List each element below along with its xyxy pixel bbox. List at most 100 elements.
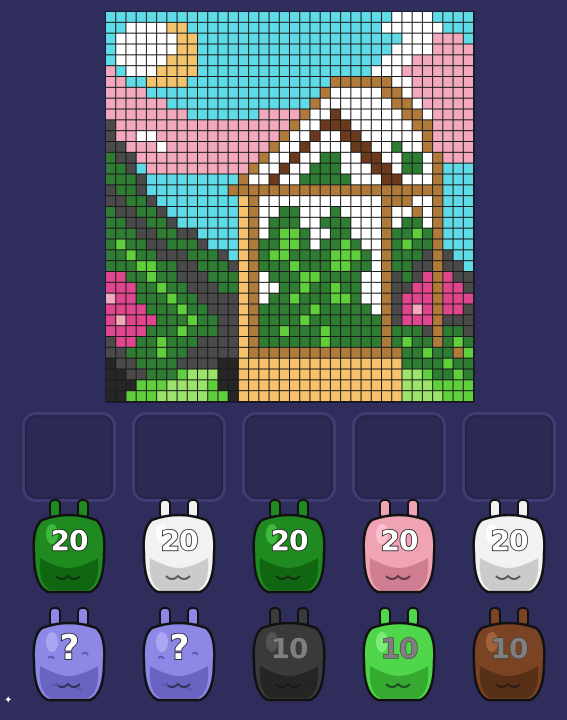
pixel-cell[interactable] — [392, 261, 402, 271]
pixel-cell[interactable] — [249, 109, 259, 120]
pixel-cell[interactable] — [382, 304, 392, 315]
pixel-cell[interactable] — [402, 163, 412, 174]
pixel-cell[interactable] — [146, 196, 157, 206]
pixel-cell[interactable] — [433, 293, 443, 304]
pixel-cell[interactable] — [167, 304, 177, 315]
pixel-cell[interactable] — [402, 293, 412, 304]
pixel-cell[interactable] — [157, 33, 167, 44]
pixel-cell[interactable] — [116, 304, 126, 315]
pixel-cell[interactable] — [412, 250, 422, 261]
pixel-cell[interactable] — [249, 98, 259, 109]
pixel-cell[interactable] — [422, 98, 433, 109]
pixel-cell[interactable] — [177, 22, 187, 33]
pixel-cell[interactable] — [146, 174, 157, 185]
pixel-cell[interactable] — [187, 120, 197, 131]
pixel-cell[interactable] — [208, 250, 218, 261]
pixel-cell[interactable] — [208, 22, 218, 33]
pixel-cell[interactable] — [341, 152, 351, 163]
pixel-cell[interactable] — [392, 228, 402, 239]
pixel-cell[interactable] — [443, 207, 453, 217]
pixel-cell[interactable] — [320, 380, 330, 391]
pixel-cell[interactable] — [126, 174, 136, 185]
pixel-cell[interactable] — [330, 347, 341, 358]
pixel-cell[interactable] — [228, 185, 238, 196]
pixel-cell[interactable] — [157, 250, 167, 261]
pixel-cell[interactable] — [453, 217, 463, 228]
pixel-cell[interactable] — [279, 228, 289, 239]
pixel-cell[interactable] — [371, 55, 381, 66]
pixel-cell[interactable] — [208, 380, 218, 391]
pixel-cell[interactable] — [402, 228, 412, 239]
pixel-cell[interactable] — [146, 250, 157, 261]
pixel-cell[interactable] — [443, 185, 453, 196]
pixel-cell[interactable] — [361, 250, 371, 261]
pixel-cell[interactable] — [218, 98, 228, 109]
pixel-cell[interactable] — [300, 380, 310, 391]
pixel-cell[interactable] — [300, 98, 310, 109]
pixel-cell[interactable] — [279, 369, 289, 380]
pixel-cell[interactable] — [136, 326, 146, 336]
pixel-cell[interactable] — [412, 185, 422, 196]
pixel-cell[interactable] — [269, 196, 279, 206]
pixel-cell[interactable] — [218, 239, 228, 250]
pixel-cell[interactable] — [238, 391, 249, 401]
pixel-cell[interactable] — [126, 109, 136, 120]
pixel-cell[interactable] — [422, 282, 433, 293]
pixel-cell[interactable] — [208, 347, 218, 358]
pixel-cell[interactable] — [228, 12, 238, 22]
pixel-cell[interactable] — [422, 33, 433, 44]
pixel-cell[interactable] — [208, 358, 218, 369]
pixel-cell[interactable] — [126, 12, 136, 22]
pixel-cell[interactable] — [402, 109, 412, 120]
pixel-cell[interactable] — [279, 326, 289, 336]
pixel-cell[interactable] — [290, 77, 300, 87]
pixel-cell[interactable] — [310, 315, 320, 326]
pixel-cell[interactable] — [351, 87, 361, 98]
pixel-cell[interactable] — [412, 239, 422, 250]
pixel-cell[interactable] — [167, 77, 177, 87]
pixel-cell[interactable] — [218, 87, 228, 98]
pixel-cell[interactable] — [106, 66, 116, 76]
pixel-cell[interactable] — [341, 217, 351, 228]
pixel-cell[interactable] — [290, 22, 300, 33]
pixel-cell[interactable] — [126, 66, 136, 76]
pixel-cell[interactable] — [433, 131, 443, 141]
pixel-cell[interactable] — [218, 261, 228, 271]
pixel-cell[interactable] — [412, 315, 422, 326]
pixel-cell[interactable] — [422, 66, 433, 76]
pixel-cell[interactable] — [167, 44, 177, 55]
pixel-cell[interactable] — [167, 207, 177, 217]
pixel-cell[interactable] — [249, 87, 259, 98]
pixel-cell[interactable] — [412, 358, 422, 369]
pixel-cell[interactable] — [382, 315, 392, 326]
pixel-cell[interactable] — [116, 87, 126, 98]
pixel-cell[interactable] — [218, 55, 228, 66]
pixel-cell[interactable] — [208, 391, 218, 401]
pixel-cell[interactable] — [126, 196, 136, 206]
pixel-cell[interactable] — [341, 174, 351, 185]
pixel-cell[interactable] — [361, 55, 371, 66]
pixel-cell[interactable] — [453, 77, 463, 87]
pixel-cell[interactable] — [463, 261, 473, 271]
pixel-cell[interactable] — [228, 22, 238, 33]
pixel-cell[interactable] — [361, 239, 371, 250]
pixel-cell[interactable] — [279, 174, 289, 185]
pixel-cell[interactable] — [269, 131, 279, 141]
pixel-cell[interactable] — [126, 239, 136, 250]
pixel-cell[interactable] — [402, 239, 412, 250]
pixel-cell[interactable] — [259, 337, 269, 347]
pixel-cell[interactable] — [433, 272, 443, 282]
pixel-cell[interactable] — [290, 131, 300, 141]
pixel-cell[interactable] — [310, 347, 320, 358]
pixel-cell[interactable] — [167, 282, 177, 293]
pixel-cell[interactable] — [361, 87, 371, 98]
pixel-cell[interactable] — [382, 120, 392, 131]
pixel-cell[interactable] — [433, 152, 443, 163]
pixel-cell[interactable] — [116, 98, 126, 109]
pixel-cell[interactable] — [463, 239, 473, 250]
pixel-cell[interactable] — [463, 55, 473, 66]
pixel-cell[interactable] — [382, 109, 392, 120]
pixel-cell[interactable] — [198, 152, 208, 163]
pixel-cell[interactable] — [269, 380, 279, 391]
pixel-cell[interactable] — [382, 272, 392, 282]
